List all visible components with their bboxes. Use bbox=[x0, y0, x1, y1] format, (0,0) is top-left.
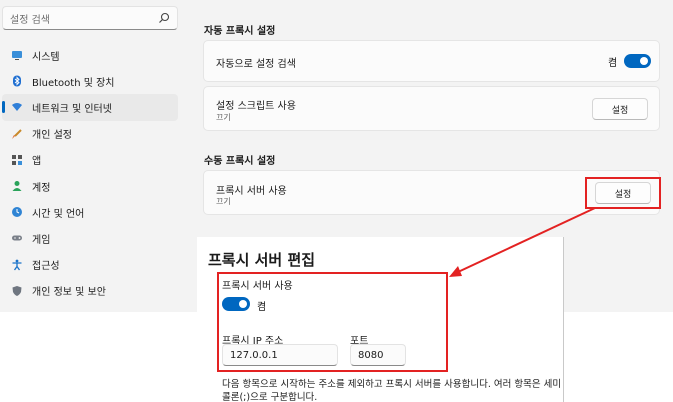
card-setup-script: 설정 스크립트 사용 끄기 설정 bbox=[203, 86, 660, 131]
auto-detect-toggle[interactable] bbox=[624, 54, 651, 68]
shield-icon bbox=[11, 285, 23, 297]
sidebar-item-label: 앱 bbox=[32, 156, 42, 168]
bluetooth-icon bbox=[11, 75, 23, 87]
edit-proxy-dialog: 프록시 서버 편집 프록시 서버 사용 켬 프록시 IP 주소 포트 다음 항목… bbox=[197, 237, 564, 402]
proxy-server-subtitle: 끄기 bbox=[216, 197, 231, 206]
monitor-icon bbox=[11, 49, 23, 61]
search-box[interactable]: 설정 검색 bbox=[2, 6, 178, 30]
sidebar-item-network[interactable]: 네트워크 및 인터넷 bbox=[2, 94, 178, 121]
sidebar: 설정 검색 시스템 Bluetooth 및 장치 네트워크 및 인터넷 개인 설… bbox=[0, 0, 183, 312]
proxy-port-input[interactable] bbox=[350, 344, 406, 366]
sidebar-item-label: 개인 정보 및 보안 bbox=[32, 287, 106, 299]
proxy-server-title: 프록시 서버 사용 bbox=[216, 186, 287, 197]
sidebar-item-privacy-security[interactable]: 개인 정보 및 보안 bbox=[2, 278, 178, 304]
sidebar-item-time-language[interactable]: 시간 및 언어 bbox=[2, 199, 178, 225]
apps-icon bbox=[11, 154, 23, 166]
sidebar-item-label: 시스템 bbox=[32, 51, 60, 63]
gamepad-icon bbox=[11, 232, 23, 244]
wifi-icon bbox=[11, 101, 23, 113]
exceptions-description: 다음 항목으로 시작하는 주소를 제외하고 프록시 서버를 사용합니다. 여러 … bbox=[222, 379, 562, 402]
setup-script-button[interactable]: 설정 bbox=[592, 98, 648, 120]
sidebar-item-gaming[interactable]: 게임 bbox=[2, 225, 178, 251]
setup-script-subtitle: 끄기 bbox=[216, 113, 231, 122]
sidebar-item-system[interactable]: 시스템 bbox=[2, 42, 178, 68]
search-icon bbox=[159, 12, 170, 23]
proxy-ip-input[interactable] bbox=[222, 344, 338, 366]
card-auto-detect: 자동으로 설정 검색 켬 bbox=[203, 40, 660, 82]
search-input[interactable]: 설정 검색 bbox=[10, 11, 50, 26]
sidebar-item-label: Bluetooth 및 장치 bbox=[32, 77, 115, 89]
brush-icon bbox=[11, 128, 23, 140]
sidebar-item-label: 네트워크 및 인터넷 bbox=[32, 103, 112, 115]
globe-clock-icon bbox=[11, 206, 23, 218]
setup-script-title: 설정 스크립트 사용 bbox=[216, 101, 296, 112]
use-proxy-toggle[interactable] bbox=[222, 297, 250, 311]
sidebar-item-label: 게임 bbox=[32, 234, 51, 246]
sidebar-nav: 시스템 Bluetooth 및 장치 네트워크 및 인터넷 개인 설정 앱 계정… bbox=[2, 42, 178, 304]
sidebar-item-label: 계정 bbox=[32, 182, 51, 194]
sidebar-item-apps[interactable]: 앱 bbox=[2, 147, 178, 173]
sidebar-item-personalization[interactable]: 개인 설정 bbox=[2, 121, 178, 147]
section-title-manual-proxy: 수동 프록시 설정 bbox=[204, 156, 276, 167]
card-proxy-server: 프록시 서버 사용 끄기 설정 bbox=[203, 170, 660, 215]
dialog-title: 프록시 서버 편집 bbox=[208, 251, 316, 269]
sidebar-item-bluetooth[interactable]: Bluetooth 및 장치 bbox=[2, 68, 178, 94]
sidebar-item-accounts[interactable]: 계정 bbox=[2, 173, 178, 199]
sidebar-item-label: 시간 및 언어 bbox=[32, 208, 85, 220]
sidebar-item-label: 개인 설정 bbox=[32, 130, 72, 142]
sidebar-item-accessibility[interactable]: 접근성 bbox=[2, 252, 178, 278]
use-proxy-label: 프록시 서버 사용 bbox=[222, 281, 293, 292]
auto-detect-title: 자동으로 설정 검색 bbox=[216, 59, 296, 70]
proxy-server-setup-button[interactable]: 설정 bbox=[595, 182, 651, 204]
sidebar-item-label: 접근성 bbox=[32, 261, 60, 273]
accessibility-icon bbox=[11, 259, 23, 271]
person-icon bbox=[11, 180, 23, 192]
section-title-auto-proxy: 자동 프록시 설정 bbox=[204, 26, 276, 37]
auto-detect-toggle-label: 켬 bbox=[608, 58, 618, 69]
use-proxy-toggle-label: 켬 bbox=[257, 302, 267, 313]
